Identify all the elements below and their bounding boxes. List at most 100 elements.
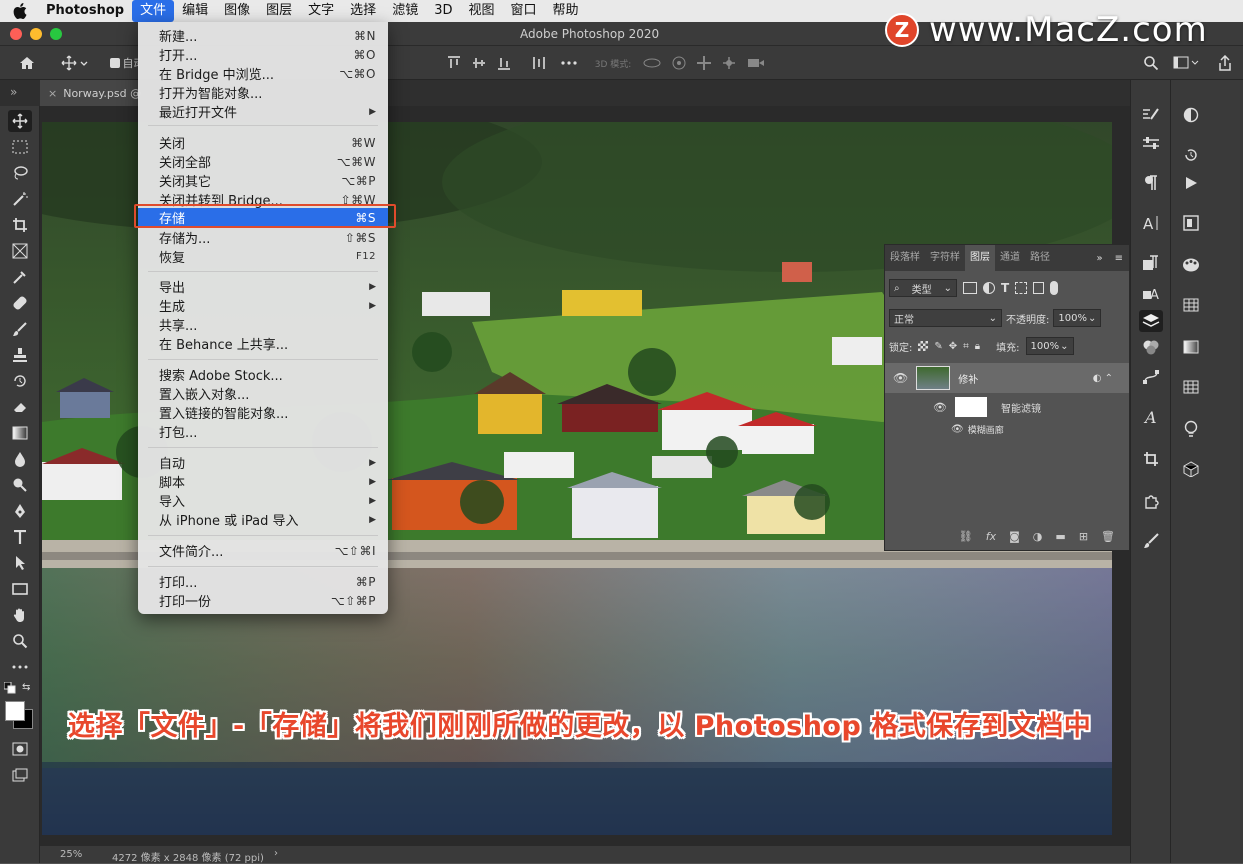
menu-item-generate[interactable]: 生成 ▶: [138, 296, 388, 315]
hand-tool-icon[interactable]: [8, 604, 32, 626]
menu-item-import-iphone[interactable]: 从 iPhone 或 iPad 导入 ▶: [138, 510, 388, 529]
menu-item-share-behance[interactable]: 在 Behance 上共享...: [138, 334, 388, 353]
tab-paragraph-styles[interactable]: 段落样: [885, 245, 925, 271]
character-icon[interactable]: A: [1139, 212, 1163, 234]
menu-item-close[interactable]: 关闭 ⌘W: [138, 133, 388, 153]
default-colors-icon[interactable]: [4, 682, 16, 694]
smart-filter-toggle-icon[interactable]: ◐ ⌃: [1093, 373, 1113, 384]
paragraph-styles-icon[interactable]: [1139, 252, 1163, 274]
layers-panel-icon[interactable]: [1139, 310, 1163, 332]
search-icon[interactable]: [1142, 54, 1160, 72]
menu-item-close-others[interactable]: 关闭其它 ⌥⌘P: [138, 171, 388, 191]
menu-view[interactable]: 视图: [460, 0, 502, 22]
gradients-panel-icon[interactable]: [1179, 336, 1203, 358]
apple-icon[interactable]: [0, 3, 40, 19]
minimize-window-button[interactable]: [30, 28, 42, 40]
menu-file[interactable]: 文件: [132, 0, 175, 22]
lasso-tool-icon[interactable]: [8, 162, 32, 184]
3d-slide-icon[interactable]: [720, 54, 738, 72]
crop-tool-icon[interactable]: [8, 214, 32, 236]
menu-item-open-smart-object[interactable]: 打开为智能对象...: [138, 83, 388, 102]
brush-settings-icon[interactable]: [1139, 104, 1163, 126]
paths-icon[interactable]: [1139, 366, 1163, 388]
menu-edit[interactable]: 编辑: [174, 0, 216, 22]
tab-character-styles[interactable]: 字符样: [925, 245, 965, 271]
menu-item-import[interactable]: 导入 ▶: [138, 491, 388, 510]
align-top-icon[interactable]: [445, 54, 463, 72]
path-selection-tool-icon[interactable]: [8, 552, 32, 574]
clone-stamp-tool-icon[interactable]: [8, 344, 32, 366]
link-layers-icon[interactable]: ⛓︎: [959, 530, 973, 543]
swatches-palette-icon[interactable]: [1179, 254, 1203, 276]
patterns-panel-icon[interactable]: [1179, 376, 1203, 398]
3d-pan-icon[interactable]: [695, 54, 713, 72]
menu-item-print-one-copy[interactable]: 打印一份 ⌥⇧⌘P: [138, 591, 388, 611]
lock-artboard-icon[interactable]: ⌗: [963, 341, 969, 352]
close-window-button[interactable]: [10, 28, 22, 40]
zoom-window-button[interactable]: [50, 28, 62, 40]
align-middle-icon[interactable]: [470, 54, 488, 72]
brush-tool-icon[interactable]: [8, 318, 32, 340]
status-menu-arrow-icon[interactable]: ›: [274, 848, 278, 859]
app-menu[interactable]: Photoshop: [40, 0, 132, 22]
menu-select[interactable]: 选择: [342, 0, 384, 22]
marquee-tool-icon[interactable]: [8, 136, 32, 158]
menu-3d[interactable]: 3D: [426, 0, 460, 22]
3d-orbit-icon[interactable]: [643, 54, 661, 72]
move-tool-preset-icon[interactable]: [60, 54, 90, 72]
table-grid-icon[interactable]: [1179, 294, 1203, 316]
menu-item-print[interactable]: 打印... ⌘P: [138, 572, 388, 592]
color-panel-icon[interactable]: [1179, 104, 1203, 126]
screen-mode-icon[interactable]: [8, 764, 32, 786]
menu-image[interactable]: 图像: [216, 0, 258, 22]
tab-close-icon[interactable]: ×: [48, 87, 57, 100]
3d-panel-icon[interactable]: [1179, 458, 1203, 480]
zoom-tool-icon[interactable]: [8, 630, 32, 652]
menu-window[interactable]: 窗口: [503, 0, 545, 22]
type-tool-icon[interactable]: [8, 526, 32, 548]
foreground-color-swatch[interactable]: [5, 701, 25, 721]
3d-camera-icon[interactable]: [747, 54, 765, 72]
align-bottom-icon[interactable]: [495, 54, 513, 72]
document-tab[interactable]: × Norway.psd @: [40, 80, 141, 106]
menu-item-browse-bridge[interactable]: 在 Bridge 中浏览... ⌥⌘O: [138, 64, 388, 84]
menu-item-export[interactable]: 导出 ▶: [138, 277, 388, 296]
home-icon[interactable]: [18, 54, 36, 72]
menu-type[interactable]: 文字: [300, 0, 342, 22]
filter-adjustment-icon[interactable]: [983, 282, 995, 294]
brush-presets-icon[interactable]: [1139, 530, 1163, 552]
blur-tool-icon[interactable]: [8, 448, 32, 470]
fill-input[interactable]: 100% ⌄: [1025, 337, 1074, 355]
visibility-eye-icon[interactable]: 👁︎: [893, 371, 908, 385]
filter-shape-icon[interactable]: [1015, 282, 1028, 294]
more-options-icon[interactable]: [560, 54, 578, 72]
tab-paths[interactable]: 路径: [1025, 245, 1055, 271]
filter-type-icon[interactable]: T: [1001, 281, 1009, 295]
move-tool-icon[interactable]: [8, 110, 32, 132]
lock-transparent-icon[interactable]: [918, 341, 929, 351]
healing-brush-tool-icon[interactable]: [8, 292, 32, 314]
gradient-tool-icon[interactable]: [8, 422, 32, 444]
lock-paint-icon[interactable]: ✎: [934, 341, 942, 352]
opacity-input[interactable]: 100% ⌄: [1053, 309, 1102, 327]
layer-effects-fx-icon[interactable]: fx: [986, 530, 996, 543]
rectangle-tool-icon[interactable]: [8, 578, 32, 600]
workspace-icon[interactable]: [1172, 54, 1200, 72]
new-group-icon[interactable]: ▬: [1055, 530, 1065, 543]
add-mask-icon[interactable]: ◙: [1009, 530, 1020, 543]
3d-roll-icon[interactable]: [670, 54, 688, 72]
menu-item-revert[interactable]: 恢复 F12: [138, 247, 388, 266]
filter-pixel-icon[interactable]: [963, 282, 977, 294]
eyedropper-tool-icon[interactable]: [8, 266, 32, 288]
menu-item-place-embedded[interactable]: 置入嵌入对象...: [138, 384, 388, 403]
history-panel-icon[interactable]: [1179, 144, 1203, 166]
new-layer-icon[interactable]: ⊞: [1079, 530, 1088, 543]
lightbulb-learn-icon[interactable]: [1179, 418, 1203, 440]
pen-tool-icon[interactable]: [8, 500, 32, 522]
swap-colors-icon[interactable]: ⇆: [22, 682, 30, 693]
paragraph-icon[interactable]: [1139, 172, 1163, 194]
layer-name[interactable]: 修补: [958, 371, 978, 386]
menu-item-share[interactable]: 共享...: [138, 315, 388, 334]
quick-mask-icon[interactable]: [8, 738, 32, 760]
share-icon[interactable]: [1216, 54, 1234, 72]
